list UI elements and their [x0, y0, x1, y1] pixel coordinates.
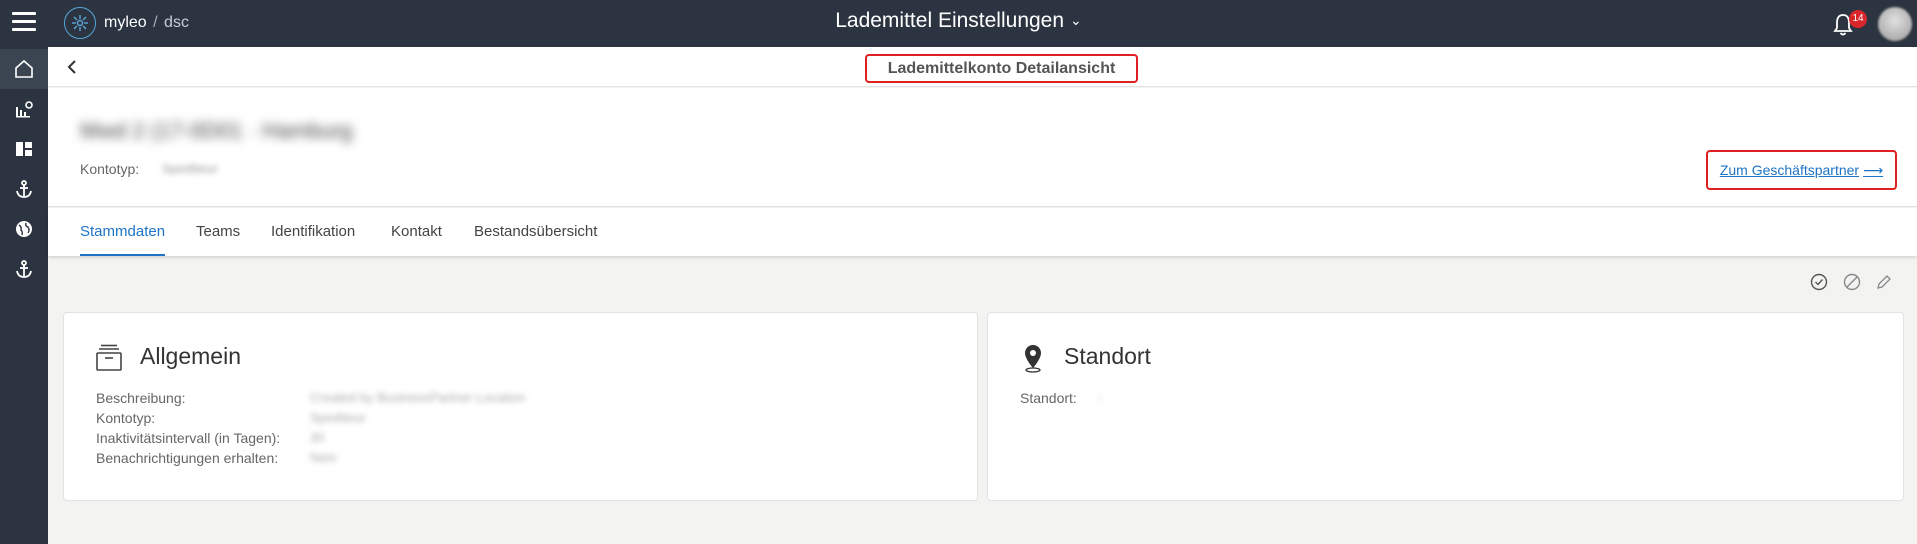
top-bar: myleo / dsc Lademittel Einstellungen ⌄ 14 — [0, 0, 1917, 47]
sidebar — [0, 47, 48, 544]
label-kontotyp: Kontotyp: — [96, 410, 156, 426]
anchor-icon[interactable] — [0, 169, 48, 209]
label-beschreibung: Beschreibung: — [96, 390, 186, 406]
notification-badge: 14 — [1849, 10, 1867, 28]
value-inaktivitaetsintervall: 30 — [310, 430, 325, 445]
label-inaktivitaetsintervall: Inaktivitätsintervall (in Tagen): — [96, 430, 281, 446]
dashboard-icon[interactable] — [0, 129, 48, 169]
page-title-dropdown[interactable]: Lademittel Einstellungen ⌄ — [0, 9, 1917, 33]
label-benachrichtigungen: Benachrichtigungen erhalten: — [96, 450, 279, 466]
back-icon[interactable] — [62, 57, 82, 77]
sub-header: Lademittelkonto Detailansicht — [48, 47, 1917, 87]
tab-stammdaten[interactable]: Stammdaten — [80, 208, 166, 256]
cancel-icon[interactable] — [1842, 272, 1862, 292]
arrow-right-icon: ⟶ — [1863, 161, 1884, 178]
globe-icon[interactable] — [0, 209, 48, 249]
value-benachrichtigungen: Nein — [310, 450, 337, 465]
edit-icon[interactable] — [1874, 272, 1894, 292]
avatar[interactable] — [1878, 7, 1912, 41]
account-header: Mwd 2 (17-0D01 · Hamburg Kontotyp: Spedi… — [48, 88, 1917, 207]
value-kontotyp: Spediteur — [310, 410, 366, 425]
page-title: Lademittel Einstellungen — [835, 9, 1065, 32]
business-partner-link-label: Zum Geschäftspartner — [1719, 162, 1860, 178]
view-title: Lademittelkonto Detailansicht — [865, 54, 1138, 83]
chart-settings-icon[interactable] — [0, 89, 48, 129]
check-circle-icon[interactable] — [1809, 272, 1829, 292]
anchor-icon[interactable] — [0, 249, 48, 289]
kontotyp-label: Kontotyp: — [80, 161, 140, 177]
tab-kontakt[interactable]: Kontakt — [391, 208, 442, 256]
kontotyp-value: Spediteur — [162, 161, 218, 176]
home-icon[interactable] — [0, 49, 48, 89]
main-content: Lademittelkonto Detailansicht Mwd 2 (17-… — [48, 47, 1917, 544]
archive-icon — [94, 343, 124, 373]
tab-bar: Stammdaten Teams Identifikation Kontakt … — [48, 208, 1917, 256]
business-partner-link[interactable]: Zum Geschäftspartner ⟶ — [1706, 150, 1897, 190]
value-beschreibung: Created by BusinessPartner Location — [310, 390, 526, 405]
chevron-down-icon: ⌄ — [1070, 12, 1082, 28]
tab-identifikation[interactable]: Identifikation — [271, 208, 355, 256]
card-allgemein: Allgemein Beschreibung: Created by Busin… — [63, 312, 978, 501]
card-standort: Standort Standort: - — [987, 312, 1904, 501]
card-title-standort: Standort — [1064, 343, 1151, 369]
account-name: Mwd 2 (17-0D01 · Hamburg — [80, 118, 353, 143]
location-pin-icon — [1018, 343, 1048, 373]
card-title-allgemein: Allgemein — [140, 343, 241, 369]
value-standort: - — [1098, 390, 1103, 405]
tab-teams[interactable]: Teams — [196, 208, 240, 256]
label-standort: Standort: — [1020, 390, 1077, 406]
tab-bestandsuebersicht[interactable]: Bestandsübersicht — [474, 208, 597, 256]
